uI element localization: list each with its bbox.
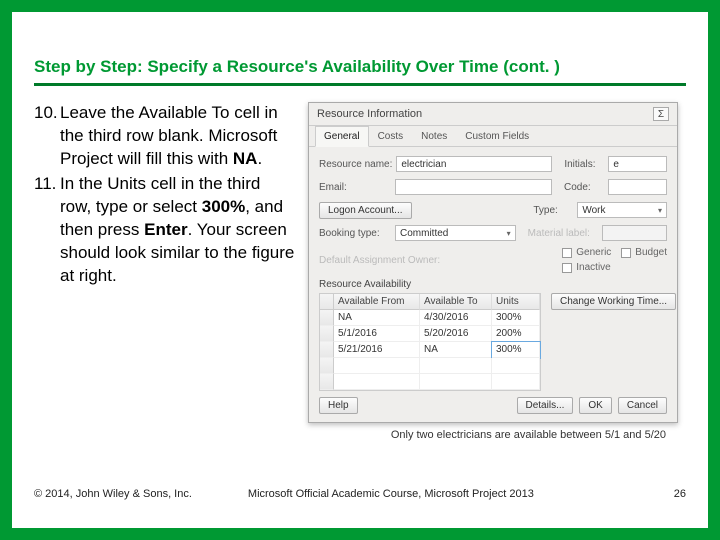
inactive-checkbox[interactable]: Inactive [562, 262, 610, 273]
step-text: Leave the Available To cell in the third… [60, 102, 296, 171]
label-booking-type: Booking type: [319, 228, 391, 239]
material-field [602, 225, 667, 241]
availability-table[interactable]: Available From Available To Units NA 4/3… [319, 293, 541, 391]
course-name: Microsoft Official Academic Course, Micr… [248, 488, 534, 500]
section-resource-availability: Resource Availability [319, 279, 667, 290]
step-number: 10. [34, 102, 60, 171]
dialog-tabs: General Costs Notes Custom Fields [309, 126, 677, 147]
tab-custom-fields[interactable]: Custom Fields [456, 126, 538, 146]
change-working-time-button[interactable]: Change Working Time... [551, 293, 676, 310]
label-email: Email: [319, 182, 391, 193]
table-row[interactable]: NA 4/30/2016 300% [320, 310, 540, 326]
label-material: Material label: [528, 228, 598, 239]
col-available-from: Available From [334, 294, 420, 310]
tab-costs[interactable]: Costs [369, 126, 413, 146]
table-row[interactable] [320, 358, 540, 374]
label-default-owner: Default Assignment Owner: [319, 255, 459, 266]
initials-field[interactable]: e [608, 156, 667, 172]
figure-caption: Only two electricians are available betw… [391, 429, 666, 441]
code-field[interactable] [608, 179, 667, 195]
tab-general[interactable]: General [315, 126, 369, 147]
table-row[interactable] [320, 374, 540, 390]
booking-dropdown[interactable]: Committed▾ [395, 225, 516, 241]
budget-checkbox[interactable]: Budget [621, 247, 667, 258]
email-field[interactable] [395, 179, 552, 195]
dialog-title: Resource Information [317, 108, 422, 120]
resource-information-dialog: Resource Information Σ General Costs Not… [308, 102, 678, 423]
chevron-down-icon: ▾ [507, 229, 511, 238]
step-text: In the Units cell in the third row, type… [60, 173, 296, 288]
page-number: 26 [674, 488, 686, 500]
table-row[interactable]: 5/21/2016 NA 300% [320, 342, 540, 358]
tab-notes[interactable]: Notes [412, 126, 456, 146]
label-initials: Initials: [564, 159, 604, 170]
copyright: © 2014, John Wiley & Sons, Inc. [34, 488, 192, 500]
label-resource-name: Resource name: [319, 159, 392, 170]
help-button[interactable]: Help [319, 397, 358, 414]
logon-account-button[interactable]: Logon Account... [319, 202, 412, 219]
resource-name-field[interactable]: electrician [396, 156, 552, 172]
sigma-icon[interactable]: Σ [653, 107, 669, 121]
ok-button[interactable]: OK [579, 397, 611, 414]
details-button[interactable]: Details... [517, 397, 574, 414]
label-code: Code: [564, 182, 604, 193]
col-units: Units [492, 294, 540, 310]
table-row[interactable]: 5/1/2016 5/20/2016 200% [320, 326, 540, 342]
generic-checkbox[interactable]: Generic [562, 247, 611, 258]
slide-heading: Step by Step: Specify a Resource's Avail… [34, 57, 686, 86]
col-available-to: Available To [420, 294, 492, 310]
label-type: Type: [533, 205, 573, 216]
step-number: 11. [34, 173, 60, 288]
step-list: 10. Leave the Available To cell in the t… [34, 102, 296, 441]
cancel-button[interactable]: Cancel [618, 397, 667, 414]
type-dropdown[interactable]: Work▾ [577, 202, 667, 218]
chevron-down-icon: ▾ [658, 206, 662, 215]
